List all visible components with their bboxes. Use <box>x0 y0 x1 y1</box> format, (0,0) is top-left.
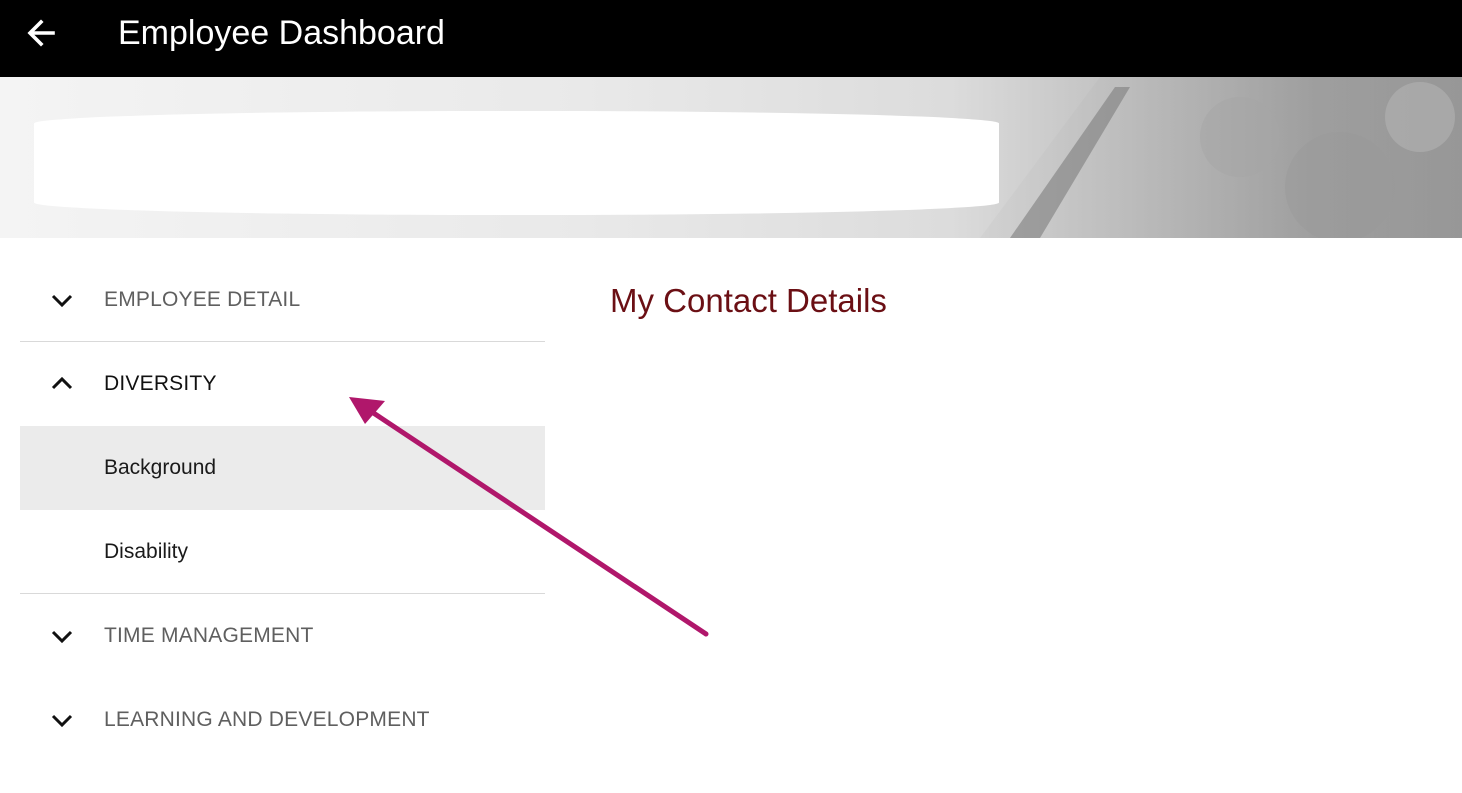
nav-section-learning-and-development[interactable]: LEARNING AND DEVELOPMENT <box>20 678 545 762</box>
page-title: My Contact Details <box>610 282 887 319</box>
nav-section-label: LEARNING AND DEVELOPMENT <box>104 708 430 731</box>
nav-section-diversity[interactable]: DIVERSITY <box>20 342 545 426</box>
banner-background-image <box>980 77 1462 238</box>
banner-name-placeholder <box>34 111 999 215</box>
nav-section-label: TIME MANAGEMENT <box>104 624 314 647</box>
main-area: EMPLOYEE DETAIL DIVERSITY Background Dis… <box>0 238 1462 793</box>
chevron-up-icon <box>51 376 73 390</box>
nav-item-disability[interactable]: Disability <box>20 510 545 594</box>
side-navigation: EMPLOYEE DETAIL DIVERSITY Background Dis… <box>20 258 545 762</box>
chevron-down-icon <box>51 294 73 307</box>
nav-section-label: EMPLOYEE DETAIL <box>104 287 301 311</box>
nav-item-background[interactable]: Background <box>20 426 545 510</box>
nav-section-employee-detail[interactable]: EMPLOYEE DETAIL <box>20 258 545 342</box>
nav-section-time-management[interactable]: TIME MANAGEMENT <box>20 594 545 678</box>
nav-section-label: DIVERSITY <box>104 372 217 395</box>
header-banner <box>0 77 1462 238</box>
nav-item-label: Background <box>104 456 217 479</box>
top-app-bar: Employee Dashboard <box>0 0 1462 77</box>
arrow-left-icon <box>27 19 55 47</box>
nav-item-label: Disability <box>104 539 189 563</box>
app-title: Employee Dashboard <box>118 14 445 52</box>
chevron-down-icon <box>51 630 73 644</box>
chevron-down-icon <box>51 714 73 728</box>
back-button[interactable] <box>18 10 64 56</box>
